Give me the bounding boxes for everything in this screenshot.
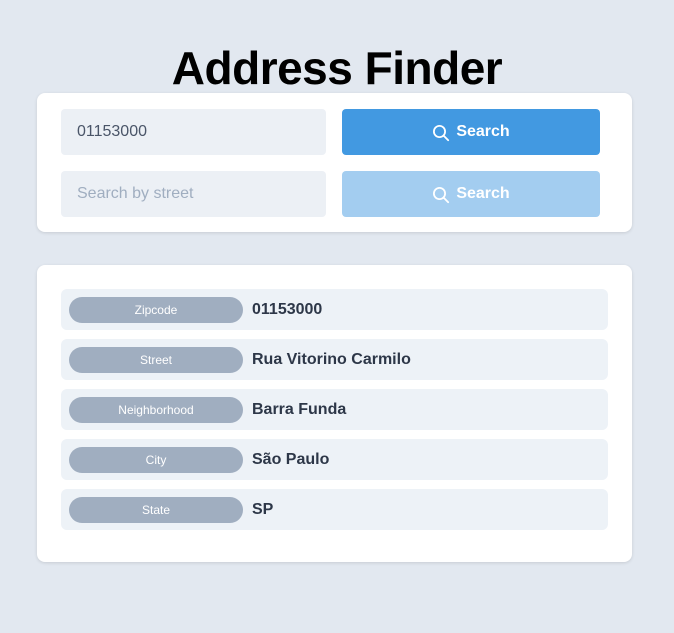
result-row-neighborhood: Neighborhood Barra Funda	[61, 389, 608, 430]
city-value: São Paulo	[252, 450, 330, 468]
neighborhood-value: Barra Funda	[252, 400, 347, 418]
street-value: Rua Vitorino Carmilo	[252, 350, 411, 368]
state-label-badge: State	[69, 496, 243, 523]
search-card: Search Search	[37, 93, 632, 232]
neighborhood-label-badge: Neighborhood	[69, 396, 243, 423]
search-icon	[433, 124, 450, 141]
page-title: Address Finder	[171, 42, 503, 94]
result-row-city: City São Paulo	[61, 439, 608, 480]
search-icon	[433, 186, 450, 203]
street-input[interactable]	[61, 171, 326, 217]
zipcode-search-label: Search	[456, 123, 510, 140]
result-row-zipcode: Zipcode 01153000	[61, 289, 608, 330]
result-card: Zipcode 01153000 Street Rua Vitorino Car…	[37, 265, 632, 562]
state-value: SP	[252, 500, 274, 518]
result-row-state: State SP	[61, 489, 608, 530]
result-row-street: Street Rua Vitorino Carmilo	[61, 339, 608, 380]
zipcode-input[interactable]	[61, 109, 326, 155]
zipcode-value: 01153000	[252, 300, 323, 318]
city-label-badge: City	[69, 446, 243, 473]
street-search-label: Search	[456, 185, 510, 202]
zipcode-label-badge: Zipcode	[69, 296, 243, 323]
street-search-button[interactable]: Search	[342, 171, 600, 217]
zipcode-search-button[interactable]: Search	[342, 109, 600, 155]
street-label-badge: Street	[69, 346, 243, 373]
